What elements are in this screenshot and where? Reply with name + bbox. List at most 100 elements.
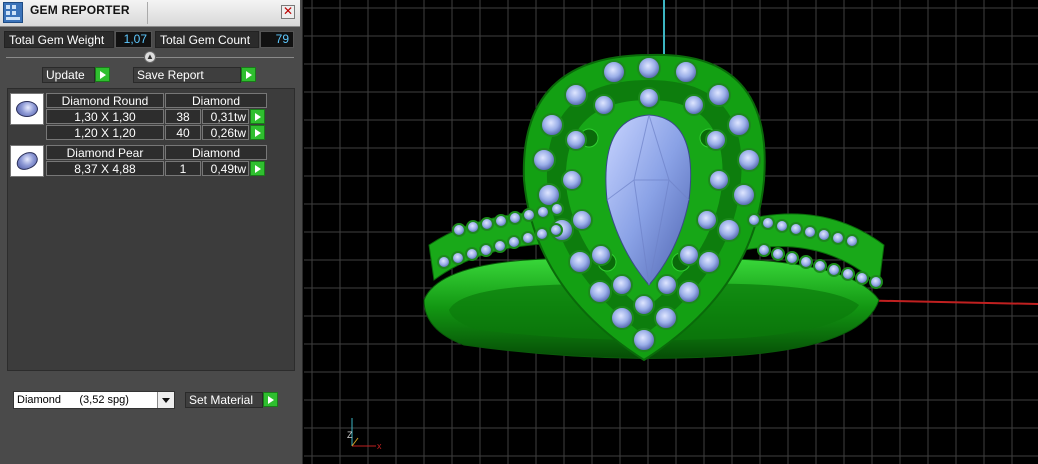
accent-gem — [845, 234, 859, 248]
select-gem-row-button[interactable] — [250, 109, 265, 124]
gem-reporter-app-icon — [3, 2, 23, 23]
accent-gem — [590, 244, 612, 266]
collapse-toggle[interactable]: ▲ — [144, 51, 156, 63]
gem-count-cell: 1 — [165, 161, 201, 176]
accent-gem — [696, 209, 718, 231]
total-gem-count-value: 79 — [260, 31, 294, 48]
accent-gem — [803, 225, 817, 239]
title-separator — [147, 2, 148, 24]
save-report-button[interactable]: Save Report — [133, 67, 241, 83]
update-play-icon[interactable] — [95, 67, 110, 82]
accent-gem — [452, 223, 466, 237]
total-gem-weight-value: 1,07 — [115, 31, 152, 48]
gem-weight-cell: 0,31tw — [202, 109, 249, 124]
accent-gem — [532, 148, 556, 172]
accent-gem — [494, 214, 508, 228]
accent-gem — [550, 202, 564, 216]
accent-gem — [697, 250, 721, 274]
accent-gem — [536, 205, 550, 219]
pear-gem-icon — [10, 145, 44, 177]
accent-gem — [757, 243, 771, 257]
window-title: GEM REPORTER — [30, 3, 130, 17]
accent-gem — [775, 219, 789, 233]
gem-weight-cell: 0,49tw — [202, 161, 249, 176]
accent-gem — [717, 218, 741, 242]
accent-gem — [593, 94, 615, 116]
accent-gem — [705, 129, 727, 151]
accent-gem — [678, 244, 700, 266]
accent-gem — [761, 216, 775, 230]
3d-viewport[interactable]: Z x — [304, 0, 1038, 464]
gem-size-cell: 1,30 X 1,30 — [46, 109, 164, 124]
accent-gem — [508, 211, 522, 225]
gem-material-header: Diamond — [165, 93, 267, 108]
accent-gem — [480, 217, 494, 231]
set-material-play-icon[interactable] — [263, 392, 278, 407]
accent-gem — [771, 247, 785, 261]
select-gem-row-button[interactable] — [250, 161, 265, 176]
accent-gem — [727, 113, 751, 137]
accent-gem — [707, 83, 731, 107]
chevron-down-icon[interactable] — [157, 392, 174, 408]
accent-gem — [785, 251, 799, 265]
total-gem-count-label: Total Gem Count — [155, 31, 259, 48]
accent-gem — [561, 169, 583, 191]
update-button[interactable]: Update — [42, 67, 95, 83]
gem-reporter-panel: GEM REPORTER ✕ Total Gem Weight 1,07 Tot… — [0, 0, 303, 464]
gem-size-cell: 1,20 X 1,20 — [46, 125, 164, 140]
accent-gem — [610, 306, 634, 330]
material-select[interactable]: Diamond (3,52 spg) — [13, 391, 175, 409]
gem-size-cell: 8,37 X 4,88 — [46, 161, 164, 176]
accent-gem — [633, 294, 655, 316]
axis-gizmo: Z x — [347, 418, 382, 451]
accent-gem — [465, 247, 479, 261]
accent-gem — [451, 251, 465, 265]
accent-gem — [654, 306, 678, 330]
accent-gem — [588, 280, 612, 304]
title-bar[interactable]: GEM REPORTER ✕ — [0, 0, 300, 27]
gizmo-x-label: x — [377, 441, 382, 451]
accent-gem — [683, 94, 705, 116]
accent-gem — [677, 280, 701, 304]
accent-gem — [674, 60, 698, 84]
accent-gem — [521, 231, 535, 245]
viewport-canvas: Z x — [304, 0, 1038, 464]
accent-gem — [708, 169, 730, 191]
accent-gem — [466, 220, 480, 234]
gem-type-header: Diamond Pear — [46, 145, 164, 160]
accent-gem — [493, 239, 507, 253]
accent-gem — [602, 60, 626, 84]
accent-gem — [535, 227, 549, 241]
select-gem-row-button[interactable] — [250, 125, 265, 140]
accent-gem — [732, 183, 756, 207]
accent-gem — [571, 209, 593, 231]
accent-gem — [540, 113, 564, 137]
accent-gem — [747, 213, 761, 227]
accent-gem — [656, 274, 678, 296]
accent-gem — [869, 275, 883, 289]
accent-gem — [522, 208, 536, 222]
gem-count-cell: 40 — [165, 125, 201, 140]
gem-count-cell: 38 — [165, 109, 201, 124]
accent-gem — [549, 223, 563, 237]
set-material-button[interactable]: Set Material — [185, 392, 263, 408]
total-gem-weight-label: Total Gem Weight — [4, 31, 114, 48]
gem-weight-cell: 0,26tw — [202, 125, 249, 140]
accent-gem — [737, 148, 761, 172]
accent-gem — [799, 255, 813, 269]
gem-type-header: Diamond Round — [46, 93, 164, 108]
accent-gem — [437, 255, 451, 269]
accent-gem — [817, 228, 831, 242]
accent-gem — [855, 271, 869, 285]
ring-model[interactable] — [423, 53, 885, 362]
accent-gem — [813, 259, 827, 273]
gem-material-header: Diamond — [165, 145, 267, 160]
accent-gem — [841, 267, 855, 281]
accent-gem — [568, 250, 592, 274]
accent-gem — [638, 87, 660, 109]
gizmo-z-label: Z — [347, 430, 353, 440]
accent-gem — [789, 222, 803, 236]
close-button[interactable]: ✕ — [281, 5, 295, 19]
round-gem-icon — [10, 93, 44, 125]
save-report-play-icon[interactable] — [241, 67, 256, 82]
